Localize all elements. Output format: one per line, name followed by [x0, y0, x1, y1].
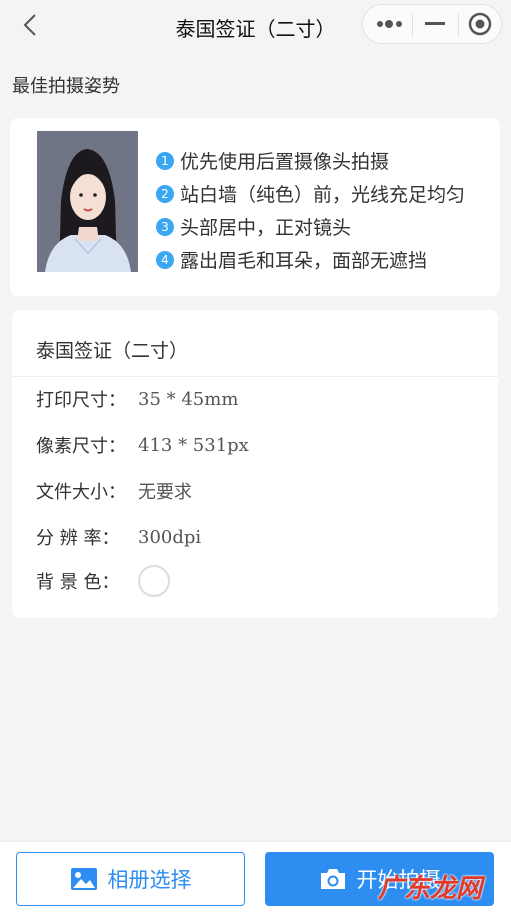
close-button[interactable]: [457, 5, 503, 43]
minimize-icon: [425, 22, 445, 25]
background-color-swatch[interactable]: [138, 565, 170, 597]
list-item: 1 优先使用后置摄像头拍摄: [156, 144, 465, 177]
navigation-bar: 泰国签证（二寸）: [0, 0, 511, 52]
spec-key: 像素尺寸：: [36, 436, 126, 457]
pose-tips-list: 1 优先使用后置摄像头拍摄 2 站白墙（纯色）前，光线充足均匀 3 头部居中，正…: [156, 144, 465, 276]
mini-program-capsule: [362, 4, 502, 44]
minimize-button[interactable]: [412, 5, 458, 43]
spec-key: 文件大小：: [36, 482, 126, 503]
camera-icon: [320, 869, 345, 889]
album-select-label: 相册选择: [107, 868, 192, 892]
more-button[interactable]: [367, 5, 413, 43]
divider: [12, 376, 498, 377]
spec-key: 分 辨 率：: [36, 528, 120, 549]
tip-text: 头部居中，正对镜头: [180, 217, 352, 239]
tip-number-badge: 4: [156, 250, 174, 269]
more-dots-icon: [377, 20, 402, 28]
pose-section-label: 最佳拍摄姿势: [12, 76, 120, 97]
image-icon: [70, 868, 97, 890]
tip-text: 露出眉毛和耳朵，面部无遮挡: [180, 250, 428, 272]
spec-row-background-color: 背 景 色：: [36, 565, 170, 597]
watermark-logo: 广东龙网: [378, 874, 483, 904]
list-item: 3 头部居中，正对镜头: [156, 210, 465, 243]
spec-title: 泰国签证（二寸）: [36, 340, 189, 362]
tip-number-badge: 1: [156, 151, 174, 170]
tip-number-badge: 3: [156, 217, 174, 236]
pose-tips-card: 1 优先使用后置摄像头拍摄 2 站白墙（纯色）前，光线充足均匀 3 头部居中，正…: [10, 118, 500, 296]
spec-key: 打印尺寸：: [36, 390, 126, 411]
tip-number-badge: 2: [156, 184, 174, 203]
spec-row-print-size: 打印尺寸： 35 * 45mm: [36, 386, 238, 412]
spec-value: 35 * 45mm: [138, 388, 239, 410]
photo-spec-card: 泰国签证（二寸） 打印尺寸： 35 * 45mm 像素尺寸： 413 * 531…: [12, 310, 498, 618]
list-item: 2 站白墙（纯色）前，光线充足均匀: [156, 177, 465, 210]
tip-text: 站白墙（纯色）前，光线充足均匀: [180, 184, 466, 206]
spec-row-resolution: 分 辨 率： 300dpi: [36, 524, 201, 550]
target-close-icon: [468, 12, 492, 36]
spec-row-pixel-size: 像素尺寸： 413 * 531px: [36, 432, 249, 458]
album-select-button[interactable]: 相册选择: [16, 852, 245, 906]
spec-value: 300dpi: [138, 526, 202, 548]
spec-value: 413 * 531px: [138, 434, 249, 456]
list-item: 4 露出眉毛和耳朵，面部无遮挡: [156, 243, 465, 276]
spec-key: 背 景 色：: [36, 572, 120, 593]
sample-portrait-photo: [37, 131, 138, 272]
tip-text: 优先使用后置摄像头拍摄: [180, 151, 390, 173]
spec-row-file-size: 文件大小： 无要求: [36, 478, 192, 504]
spec-value: 无要求: [138, 482, 192, 503]
